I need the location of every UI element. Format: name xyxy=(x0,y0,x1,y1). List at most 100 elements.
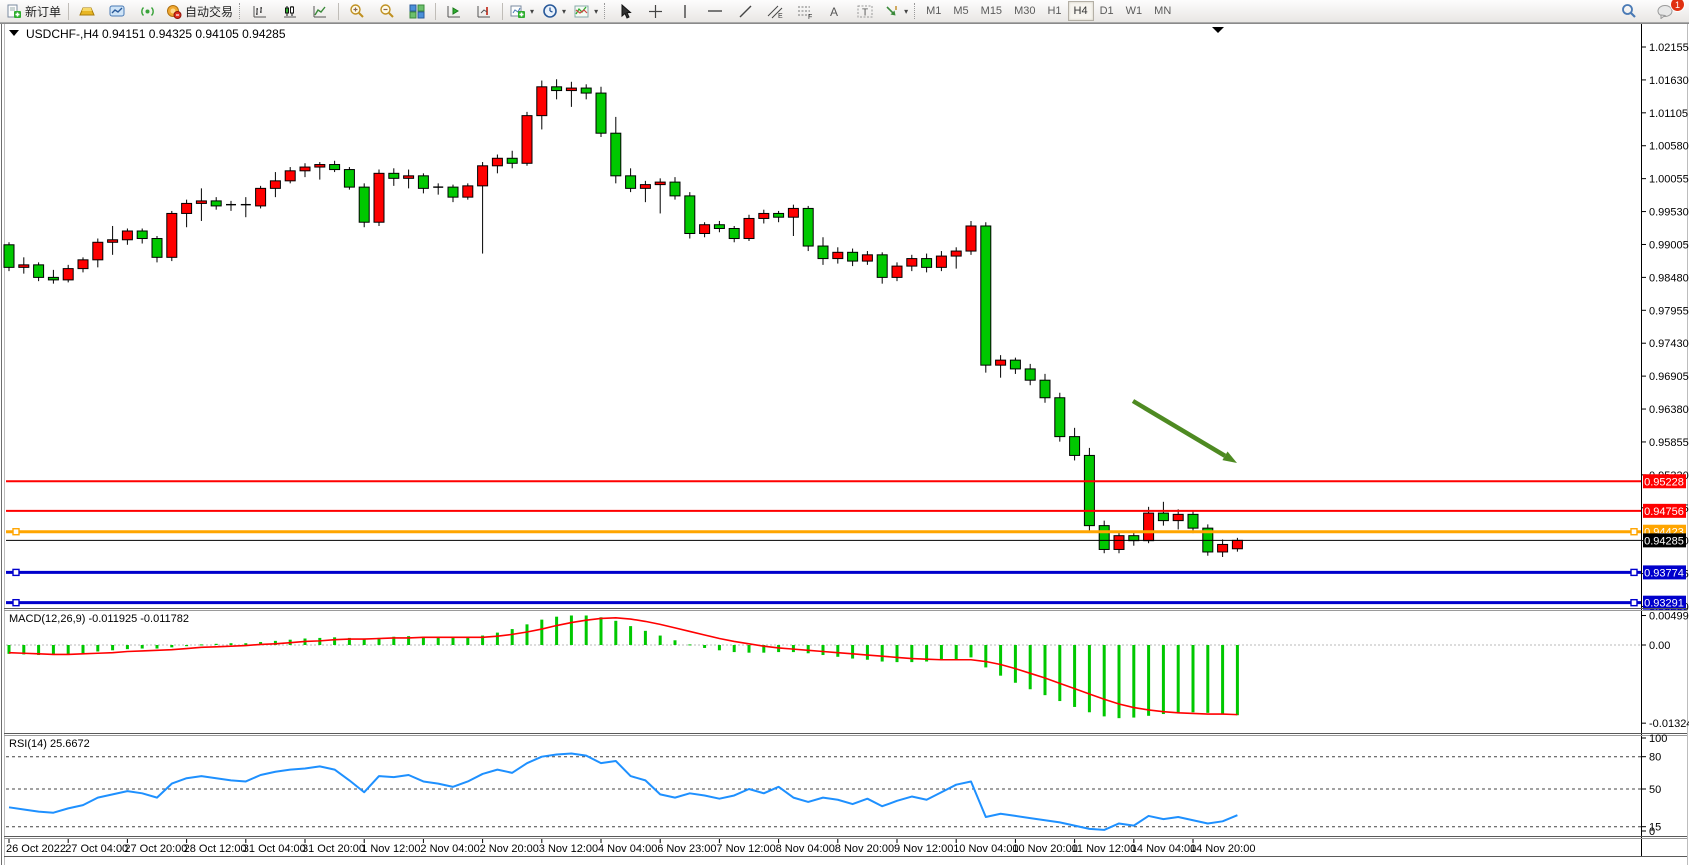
gold-button[interactable] xyxy=(72,0,102,22)
chat-button[interactable]: 1 xyxy=(1650,0,1680,22)
fibonacci-button[interactable]: F xyxy=(790,0,820,22)
timeframe-mn-button[interactable]: MN xyxy=(1148,1,1177,21)
new-order-button[interactable]: 新订单 xyxy=(3,0,65,22)
svg-text:0.00: 0.00 xyxy=(1649,640,1670,652)
vertical-line-button[interactable] xyxy=(670,0,700,22)
fibonacci-icon: F xyxy=(797,4,814,19)
new-order-label: 新订单 xyxy=(25,3,61,20)
dropdown-caret-icon: ▾ xyxy=(562,7,566,16)
svg-text:0.93774: 0.93774 xyxy=(1644,567,1684,579)
current-price-badge: 0.94285 xyxy=(1643,533,1686,547)
toolbar-grip xyxy=(914,3,918,19)
auto-scroll-button[interactable] xyxy=(469,0,499,22)
chart-shift-icon xyxy=(446,4,462,19)
candlesticks-button[interactable] xyxy=(275,0,305,22)
timeframe-w1-button[interactable]: W1 xyxy=(1120,1,1149,21)
charts-button[interactable] xyxy=(102,0,132,22)
chart-shift-button[interactable] xyxy=(439,0,469,22)
svg-text:1.00580: 1.00580 xyxy=(1649,141,1689,153)
line-chart-button[interactable] xyxy=(305,0,335,22)
new-chart-icon xyxy=(510,4,526,19)
text-button[interactable]: A xyxy=(820,0,850,22)
rsi-label: RSI(14) 25.6672 xyxy=(9,738,90,750)
svg-text:0.95228: 0.95228 xyxy=(1644,476,1684,488)
equidistant-channel-button[interactable]: E xyxy=(760,0,790,22)
macd-label: MACD(12,26,9) -0.011925 -0.011782 xyxy=(9,613,189,625)
signals-button[interactable] xyxy=(132,0,162,22)
crosshair-button[interactable] xyxy=(640,0,670,22)
charts-icon xyxy=(109,4,125,18)
svg-text:0.99530: 0.99530 xyxy=(1649,207,1689,219)
svg-text:6 Nov 23:00: 6 Nov 23:00 xyxy=(657,843,716,855)
text-label-button[interactable]: T xyxy=(850,0,880,22)
trendline-button[interactable] xyxy=(730,0,760,22)
autotrade-button[interactable]: 自动交易 xyxy=(162,0,237,22)
timeframe-m5-button[interactable]: M5 xyxy=(947,1,974,21)
cursor-button[interactable] xyxy=(610,0,640,22)
svg-text:2 Nov 04:00: 2 Nov 04:00 xyxy=(420,843,479,855)
timeframe-d1-button[interactable]: D1 xyxy=(1094,1,1120,21)
horizontal-line-button[interactable] xyxy=(700,0,730,22)
svg-text:T: T xyxy=(862,7,868,18)
svg-text:10 Nov 04:00: 10 Nov 04:00 xyxy=(953,843,1018,855)
svg-text:2 Nov 20:00: 2 Nov 20:00 xyxy=(480,843,539,855)
svg-text:1.00055: 1.00055 xyxy=(1649,174,1689,186)
price-badge-support-1: 0.93774 xyxy=(1643,565,1686,579)
price-badge-resistance-1: 0.95228 xyxy=(1643,474,1686,488)
timeframe-h1-button[interactable]: H1 xyxy=(1041,1,1067,21)
bar-chart-button[interactable] xyxy=(245,0,275,22)
svg-text:0.93291: 0.93291 xyxy=(1644,598,1684,610)
indicators-button[interactable]: ▾ xyxy=(570,0,602,22)
svg-text:0.94285: 0.94285 xyxy=(1644,535,1684,547)
chart-title: USDCHF-,H4 0.94151 0.94325 0.94105 0.942… xyxy=(9,27,286,41)
timeframe-m15-button[interactable]: M15 xyxy=(975,1,1008,21)
svg-text:10 Nov 20:00: 10 Nov 20:00 xyxy=(1012,843,1077,855)
signals-icon xyxy=(140,4,155,19)
horizontal-line-icon xyxy=(707,6,723,16)
svg-text:0.95855: 0.95855 xyxy=(1649,437,1689,449)
indicators-icon xyxy=(574,4,590,19)
svg-text:50: 50 xyxy=(1649,784,1661,796)
svg-text:0.98480: 0.98480 xyxy=(1649,272,1689,284)
svg-text:31 Oct 20:00: 31 Oct 20:00 xyxy=(302,843,365,855)
candlesticks-icon xyxy=(282,4,298,19)
zoom-out-button[interactable] xyxy=(372,0,402,22)
svg-text:26 Oct 2022: 26 Oct 2022 xyxy=(6,843,66,855)
autotrade-icon xyxy=(166,4,182,19)
svg-text:F: F xyxy=(808,14,812,19)
svg-text:0.99005: 0.99005 xyxy=(1649,239,1689,251)
toolbar-grip xyxy=(239,3,243,19)
svg-text:100: 100 xyxy=(1649,733,1667,745)
svg-text:3 Nov 12:00: 3 Nov 12:00 xyxy=(539,843,598,855)
separator xyxy=(435,3,436,20)
new-chart-button[interactable]: ▾ xyxy=(506,0,538,22)
svg-text:11 Nov 12:00: 11 Nov 12:00 xyxy=(1072,843,1137,855)
gold-icon xyxy=(79,4,95,18)
timeframe-h4-button[interactable]: H4 xyxy=(1068,1,1094,21)
svg-text:1.01105: 1.01105 xyxy=(1649,108,1688,120)
dropdown-caret-icon: ▾ xyxy=(530,7,534,16)
bar-chart-icon xyxy=(252,4,268,19)
zoom-in-icon xyxy=(349,3,365,19)
auto-scroll-icon xyxy=(476,4,492,19)
svg-text:1.02155: 1.02155 xyxy=(1649,42,1689,54)
vertical-line-icon xyxy=(680,4,690,19)
search-icon xyxy=(1621,3,1637,19)
svg-text:-0.013248: -0.013248 xyxy=(1649,718,1689,730)
svg-text:0.97430: 0.97430 xyxy=(1649,338,1689,350)
svg-text:8 Nov 20:00: 8 Nov 20:00 xyxy=(835,843,894,855)
search-button[interactable] xyxy=(1614,0,1644,22)
period-button[interactable]: ▾ xyxy=(538,0,570,22)
svg-text:14 Nov 04:00: 14 Nov 04:00 xyxy=(1131,843,1196,855)
svg-text:7 Nov 12:00: 7 Nov 12:00 xyxy=(716,843,775,855)
timeframe-m30-button[interactable]: M30 xyxy=(1008,1,1041,21)
tile-windows-button[interactable] xyxy=(402,0,432,22)
zoom-out-icon xyxy=(379,3,395,19)
svg-text:E: E xyxy=(778,13,783,19)
cursor-icon xyxy=(618,4,632,19)
arrows-button[interactable]: ▾ xyxy=(880,0,912,22)
timeframe-m1-button[interactable]: M1 xyxy=(920,1,947,21)
chart-canvas[interactable]: USDCHF-,H4 0.94151 0.94325 0.94105 0.942… xyxy=(0,23,1689,865)
autotrade-label: 自动交易 xyxy=(185,3,233,20)
zoom-in-button[interactable] xyxy=(342,0,372,22)
